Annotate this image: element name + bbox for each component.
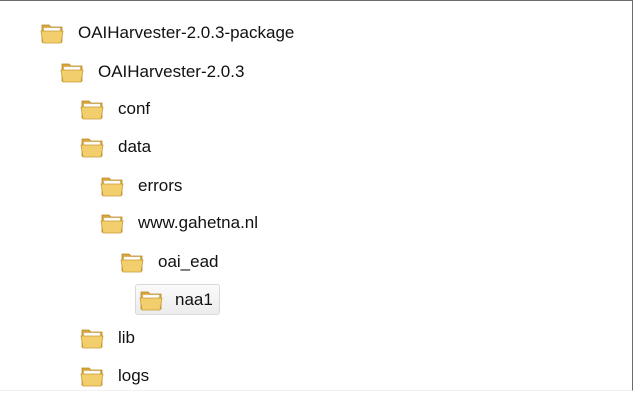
folder-icon (80, 100, 104, 120)
tree-item-gahetna[interactable]: www.gahetna.nl (100, 209, 258, 237)
tree-item-naa1[interactable]: naa1 (135, 284, 220, 315)
tree-item-label: OAIHarvester-2.0.3 (98, 62, 245, 81)
tree-item-data[interactable]: data (80, 133, 151, 161)
tree-item-label: OAIHarvester-2.0.3-package (78, 23, 295, 42)
tree-item-label: oai_ead (158, 252, 219, 271)
tree-item-label: naa1 (175, 289, 213, 309)
folder-icon (80, 329, 104, 349)
tree-item-conf[interactable]: conf (80, 95, 150, 123)
tree-item-errors[interactable]: errors (100, 172, 182, 200)
tree-item-oaiharvester-package[interactable]: OAIHarvester-2.0.3-package (40, 19, 294, 47)
folder-icon (60, 63, 84, 83)
folder-icon (120, 253, 144, 273)
tree-item-lib[interactable]: lib (80, 324, 135, 352)
tree-item-label: www.gahetna.nl (138, 213, 259, 232)
tree-item-oaiharvester[interactable]: OAIHarvester-2.0.3 (60, 58, 244, 86)
tree-item-logs[interactable]: logs (80, 362, 149, 390)
tree-item-label: data (118, 137, 152, 156)
tree-item-label: conf (118, 99, 151, 118)
folder-tree-panel: OAIHarvester-2.0.3-package OAIHarvester-… (0, 0, 633, 391)
folder-icon (139, 291, 163, 310)
folder-icon (100, 177, 124, 197)
tree-item-label: logs (118, 366, 150, 385)
folder-icon (40, 24, 64, 44)
folder-icon (80, 138, 104, 158)
tree-item-oai-ead[interactable]: oai_ead (120, 248, 219, 276)
folder-tree: OAIHarvester-2.0.3-package OAIHarvester-… (0, 1, 633, 392)
tree-item-label: lib (118, 328, 136, 347)
folder-icon (100, 214, 124, 234)
folder-icon (80, 367, 104, 387)
tree-item-label: errors (138, 176, 183, 195)
